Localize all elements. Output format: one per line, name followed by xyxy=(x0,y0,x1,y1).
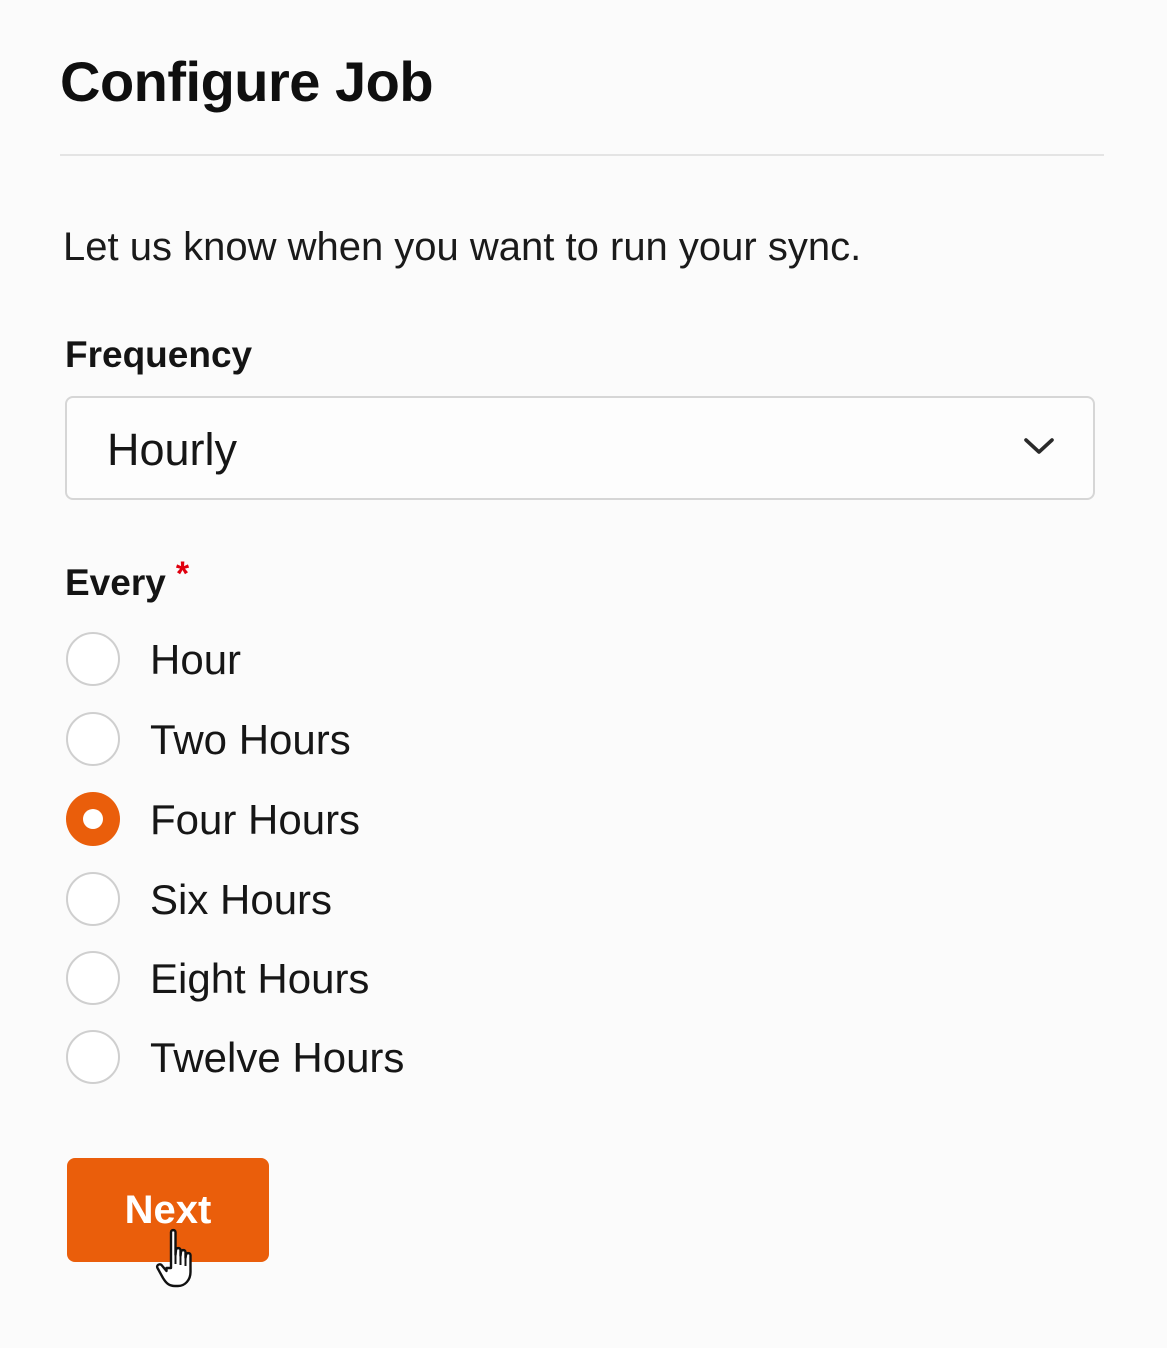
radio-button[interactable] xyxy=(66,1030,120,1084)
radio-option-twelve-hours[interactable]: Twelve Hours xyxy=(66,1028,566,1088)
chevron-down-icon xyxy=(1024,438,1054,454)
radio-label: Four Hours xyxy=(150,796,361,843)
radio-option-six-hours[interactable]: Six Hours xyxy=(66,870,566,930)
radio-option-four-hours[interactable]: Four Hours xyxy=(66,790,566,850)
radio-button[interactable] xyxy=(66,712,120,766)
radio-button[interactable] xyxy=(66,951,120,1005)
frequency-select[interactable]: Hourly xyxy=(65,396,1095,500)
radio-label: Six Hours xyxy=(150,876,333,923)
radio-button-checked[interactable] xyxy=(66,792,120,846)
every-label-group: Every * xyxy=(65,555,189,607)
frequency-label: Frequency xyxy=(65,334,253,375)
intro-text: Let us know when you want to run your sy… xyxy=(63,225,862,269)
required-asterisk: * xyxy=(175,555,190,593)
header-divider xyxy=(60,154,1104,156)
radio-button[interactable] xyxy=(66,632,120,686)
radio-option-hour[interactable]: Hour xyxy=(66,630,566,690)
radio-button[interactable] xyxy=(66,872,120,926)
every-label: Every xyxy=(65,562,166,603)
radio-label: Two Hours xyxy=(150,716,351,763)
next-button[interactable]: Next xyxy=(67,1158,269,1262)
radio-label: Eight Hours xyxy=(150,955,370,1002)
radio-label: Hour xyxy=(150,636,242,683)
page-title: Configure Job xyxy=(60,50,434,113)
radio-label: Twelve Hours xyxy=(150,1034,405,1081)
frequency-selected-value: Hourly xyxy=(107,424,238,475)
radio-option-eight-hours[interactable]: Eight Hours xyxy=(66,949,566,1009)
radio-option-two-hours[interactable]: Two Hours xyxy=(66,710,566,770)
configure-job-page: Configure Job Let us know when you want … xyxy=(0,0,1167,1348)
